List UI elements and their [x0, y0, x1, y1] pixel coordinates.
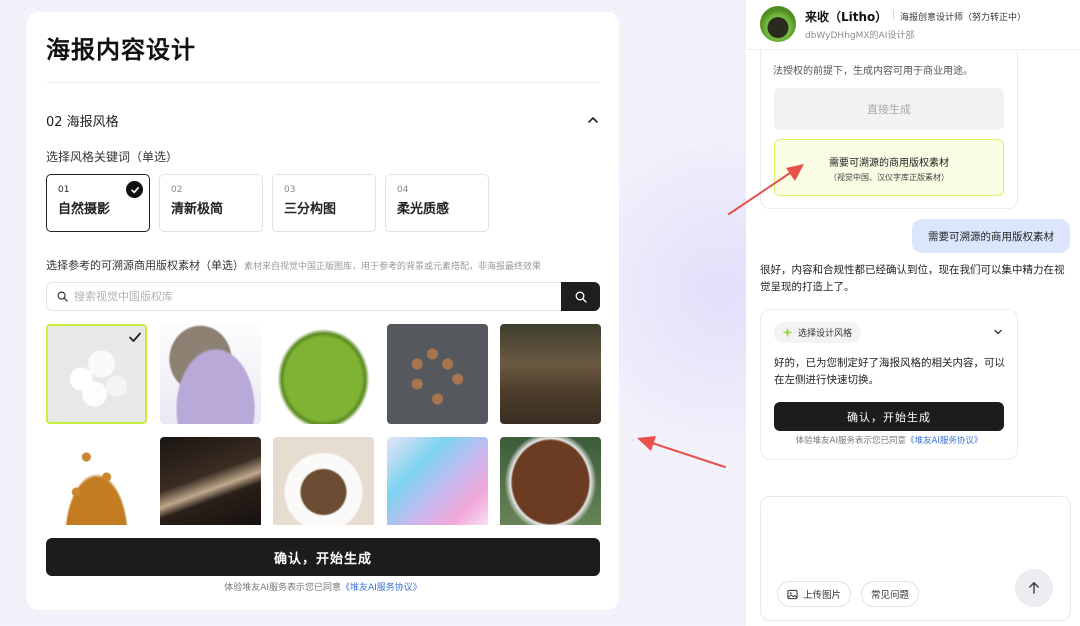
agreement-prefix: 体验堆友AI服务表示您已同意 — [795, 436, 906, 446]
upload-label: 上传图片 — [803, 590, 842, 601]
option-subtitle: （视觉中国、汉仪字库正版素材） — [829, 173, 949, 182]
reference-label: 选择参考的可溯源商用版权素材（单选）素材来自视觉中国正版图库，用于参考的背景或元… — [46, 257, 541, 273]
reference-image-10[interactable] — [500, 437, 601, 525]
card-message: 好的，已为您制定好了海报风格的相关内容，可以在左侧进行快速切换。 — [774, 357, 1005, 386]
agent-header: 来收（Litho） | 海报创意设计师（努力转正中） dbWyDHhgMX的AI… — [746, 0, 1080, 50]
faq-button[interactable]: 常见问题 — [861, 581, 920, 607]
page-title: 海报内容设计 — [46, 36, 196, 64]
keyword-option-1[interactable]: 01 自然摄影 — [46, 174, 150, 232]
check-icon — [129, 332, 141, 342]
chat-panel: 法授权的前提下，生成内容可用于商业用途。 直接生成 需要可溯源的商用版权素材 （… — [746, 0, 1080, 626]
licensed-material-button[interactable]: 需要可溯源的商用版权素材 （视觉中国、汉仪字库正版素材） — [774, 139, 1004, 196]
reference-image-grid — [46, 324, 601, 525]
section-header-poster-style[interactable]: 02 海报风格 — [46, 110, 600, 130]
agent-role: 海报创意设计师（努力转正中） — [900, 13, 1027, 23]
service-agreement-link[interactable]: 《堆友AI服务协议》 — [906, 436, 982, 446]
reference-image-6[interactable] — [46, 437, 147, 525]
search-icon — [57, 291, 68, 302]
keyword-number: 02 — [171, 185, 183, 195]
reference-hint: 素材来自视觉中国正版图库，用于参考的背景或元素搭配，非海报最终效果 — [244, 262, 542, 272]
confirm-generate-button[interactable]: 确认，开始生成 — [46, 538, 600, 576]
avatar — [760, 6, 796, 42]
sparkle-icon — [782, 327, 793, 338]
options-card: 法授权的前提下，生成内容可用于商业用途。 直接生成 需要可溯源的商用版权素材 （… — [760, 38, 1018, 209]
user-message: 需要可溯源的商用版权素材 — [912, 219, 1070, 253]
agent-name: 来收（Litho） — [805, 10, 888, 24]
keyword-option-3[interactable]: 03 三分构图 — [272, 174, 376, 232]
divider: | — [892, 10, 896, 20]
check-icon — [126, 181, 143, 198]
keyword-option-2[interactable]: 02 清新极简 — [159, 174, 263, 232]
reference-label-text: 选择参考的可溯源商用版权素材（单选） — [46, 259, 244, 272]
poster-content-panel: 海报内容设计 02 海报风格 选择风格关键词（单选） 01 自然摄影 02 清新… — [27, 12, 619, 610]
upload-image-button[interactable]: 上传图片 — [777, 581, 852, 607]
chat-input-box: 上传图片 常见问题 — [760, 496, 1071, 621]
style-chip[interactable]: 选择设计风格 — [774, 322, 862, 343]
keyword-name: 清新极简 — [171, 202, 224, 217]
chevron-down-icon[interactable] — [992, 326, 1004, 338]
service-agreement-link[interactable]: 《堆友AI服务协议》 — [341, 583, 422, 593]
message-text: 法授权的前提下，生成内容可用于商业用途。 — [773, 66, 973, 77]
reference-image-5[interactable] — [500, 324, 601, 424]
keyword-options: 01 自然摄影 02 清新极简 03 三分构图 04 柔光质感 — [46, 174, 489, 232]
arrow-up-icon — [1029, 582, 1039, 594]
reference-image-2[interactable] — [159, 324, 261, 424]
reference-image-7[interactable] — [159, 437, 261, 525]
style-chip-label: 选择设计风格 — [798, 329, 853, 339]
search-input[interactable] — [74, 290, 544, 303]
style-card: 选择设计风格 好的，已为您制定好了海报风格的相关内容，可以在左侧进行快速切换。 … — [760, 309, 1018, 460]
direct-generate-button[interactable]: 直接生成 — [774, 88, 1004, 130]
keyword-name: 柔光质感 — [397, 202, 450, 217]
divider — [46, 82, 600, 83]
keyword-number: 03 — [284, 185, 296, 195]
search-icon — [575, 291, 587, 303]
search-button[interactable] — [561, 282, 600, 311]
agent-org: dbWyDHhgMX的AI设计部 — [805, 31, 915, 41]
card-agreement-text: 体验堆友AI服务表示您已同意《堆友AI服务协议》 — [761, 434, 1017, 446]
ai-message: 很好，内容和合规性都已经确认到位，现在我们可以集中精力在视觉呈现的打造上了。 — [760, 264, 1065, 293]
keyword-name: 三分构图 — [284, 202, 337, 217]
reference-image-8[interactable] — [273, 437, 374, 525]
reference-image-1[interactable] — [46, 324, 147, 424]
search-box — [46, 282, 600, 311]
keyword-option-4[interactable]: 04 柔光质感 — [385, 174, 489, 232]
agreement-text: 体验堆友AI服务表示您已同意《堆友AI服务协议》 — [27, 580, 619, 593]
chat-input[interactable] — [771, 505, 1061, 575]
section-title: 02 海报风格 — [46, 114, 119, 130]
keyword-name: 自然摄影 — [58, 202, 111, 217]
keyword-label: 选择风格关键词（单选） — [46, 150, 179, 164]
keyword-number: 04 — [397, 185, 409, 195]
send-button[interactable] — [1015, 569, 1053, 607]
reference-image-4[interactable] — [386, 324, 488, 424]
faq-label: 常见问题 — [871, 590, 910, 601]
chevron-up-icon[interactable] — [586, 113, 600, 127]
reference-image-9[interactable] — [386, 437, 488, 525]
reference-image-3[interactable] — [273, 324, 374, 424]
agreement-prefix: 体验堆友AI服务表示您已同意 — [224, 583, 341, 593]
option-title: 需要可溯源的商用版权素材 — [829, 158, 949, 169]
card-confirm-button[interactable]: 确认，开始生成 — [774, 402, 1004, 431]
image-icon — [787, 589, 798, 599]
